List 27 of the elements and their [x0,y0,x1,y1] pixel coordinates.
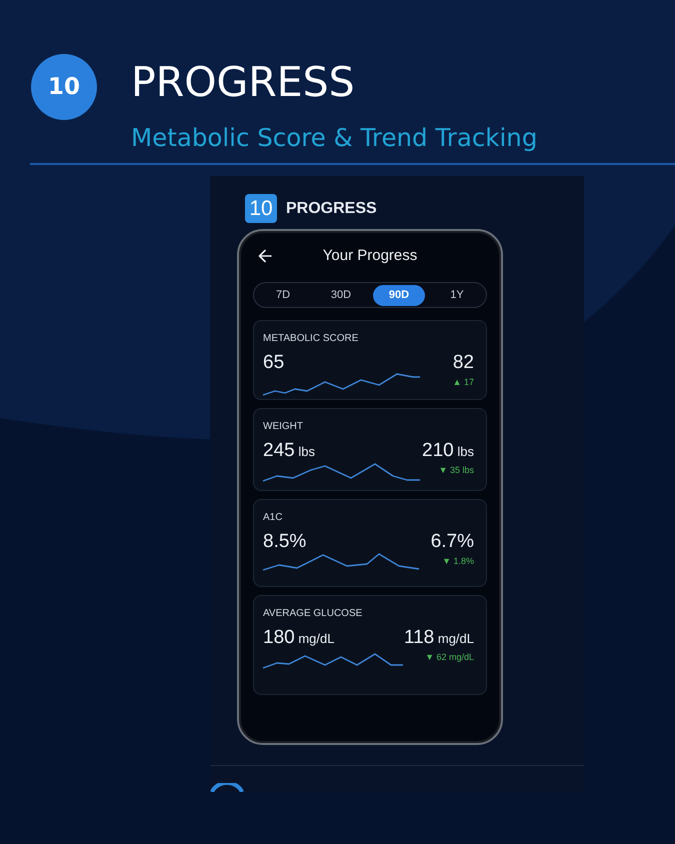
change-value: ▼ 62 mg/dL [425,653,474,662]
change-value: ▲ 17 [452,378,474,387]
change-value: ▼ 1.8% [442,557,474,566]
change-value: ▼ 35 lbs [438,466,474,475]
step-number-badge: 10 [245,194,277,223]
end-value: 6.7% [430,532,474,551]
back-arrow-icon[interactable] [258,249,272,263]
section-title: PROGRESS [286,200,377,216]
start-value: 245 lbs [263,441,316,460]
metric-label: METABOLIC SCORE [263,334,360,344]
start-value: 180 mg/dL [263,628,336,647]
period-tab[interactable]: 90D [373,284,425,306]
end-value: 210 lbs [422,441,474,460]
screen-title: Your Progress [322,246,418,266]
page-title: PROGRESS [131,62,356,103]
period-tab[interactable]: 7D [257,284,309,306]
page-subtitle: Metabolic Score & Trend Tracking [131,124,538,152]
end-value: 118 mg/dL [404,628,474,647]
start-value: 8.5% [263,532,308,551]
ring-icon [210,783,244,792]
metric-label: AVERAGE GLUCOSE [263,609,364,619]
end-value: 82 [452,353,474,372]
period-tab[interactable]: 1Y [431,284,483,306]
metric-label: A1C [263,513,284,523]
start-value: 65 [263,353,286,372]
period-tab[interactable]: 30D [315,284,367,306]
metric-label: WEIGHT [263,422,304,432]
